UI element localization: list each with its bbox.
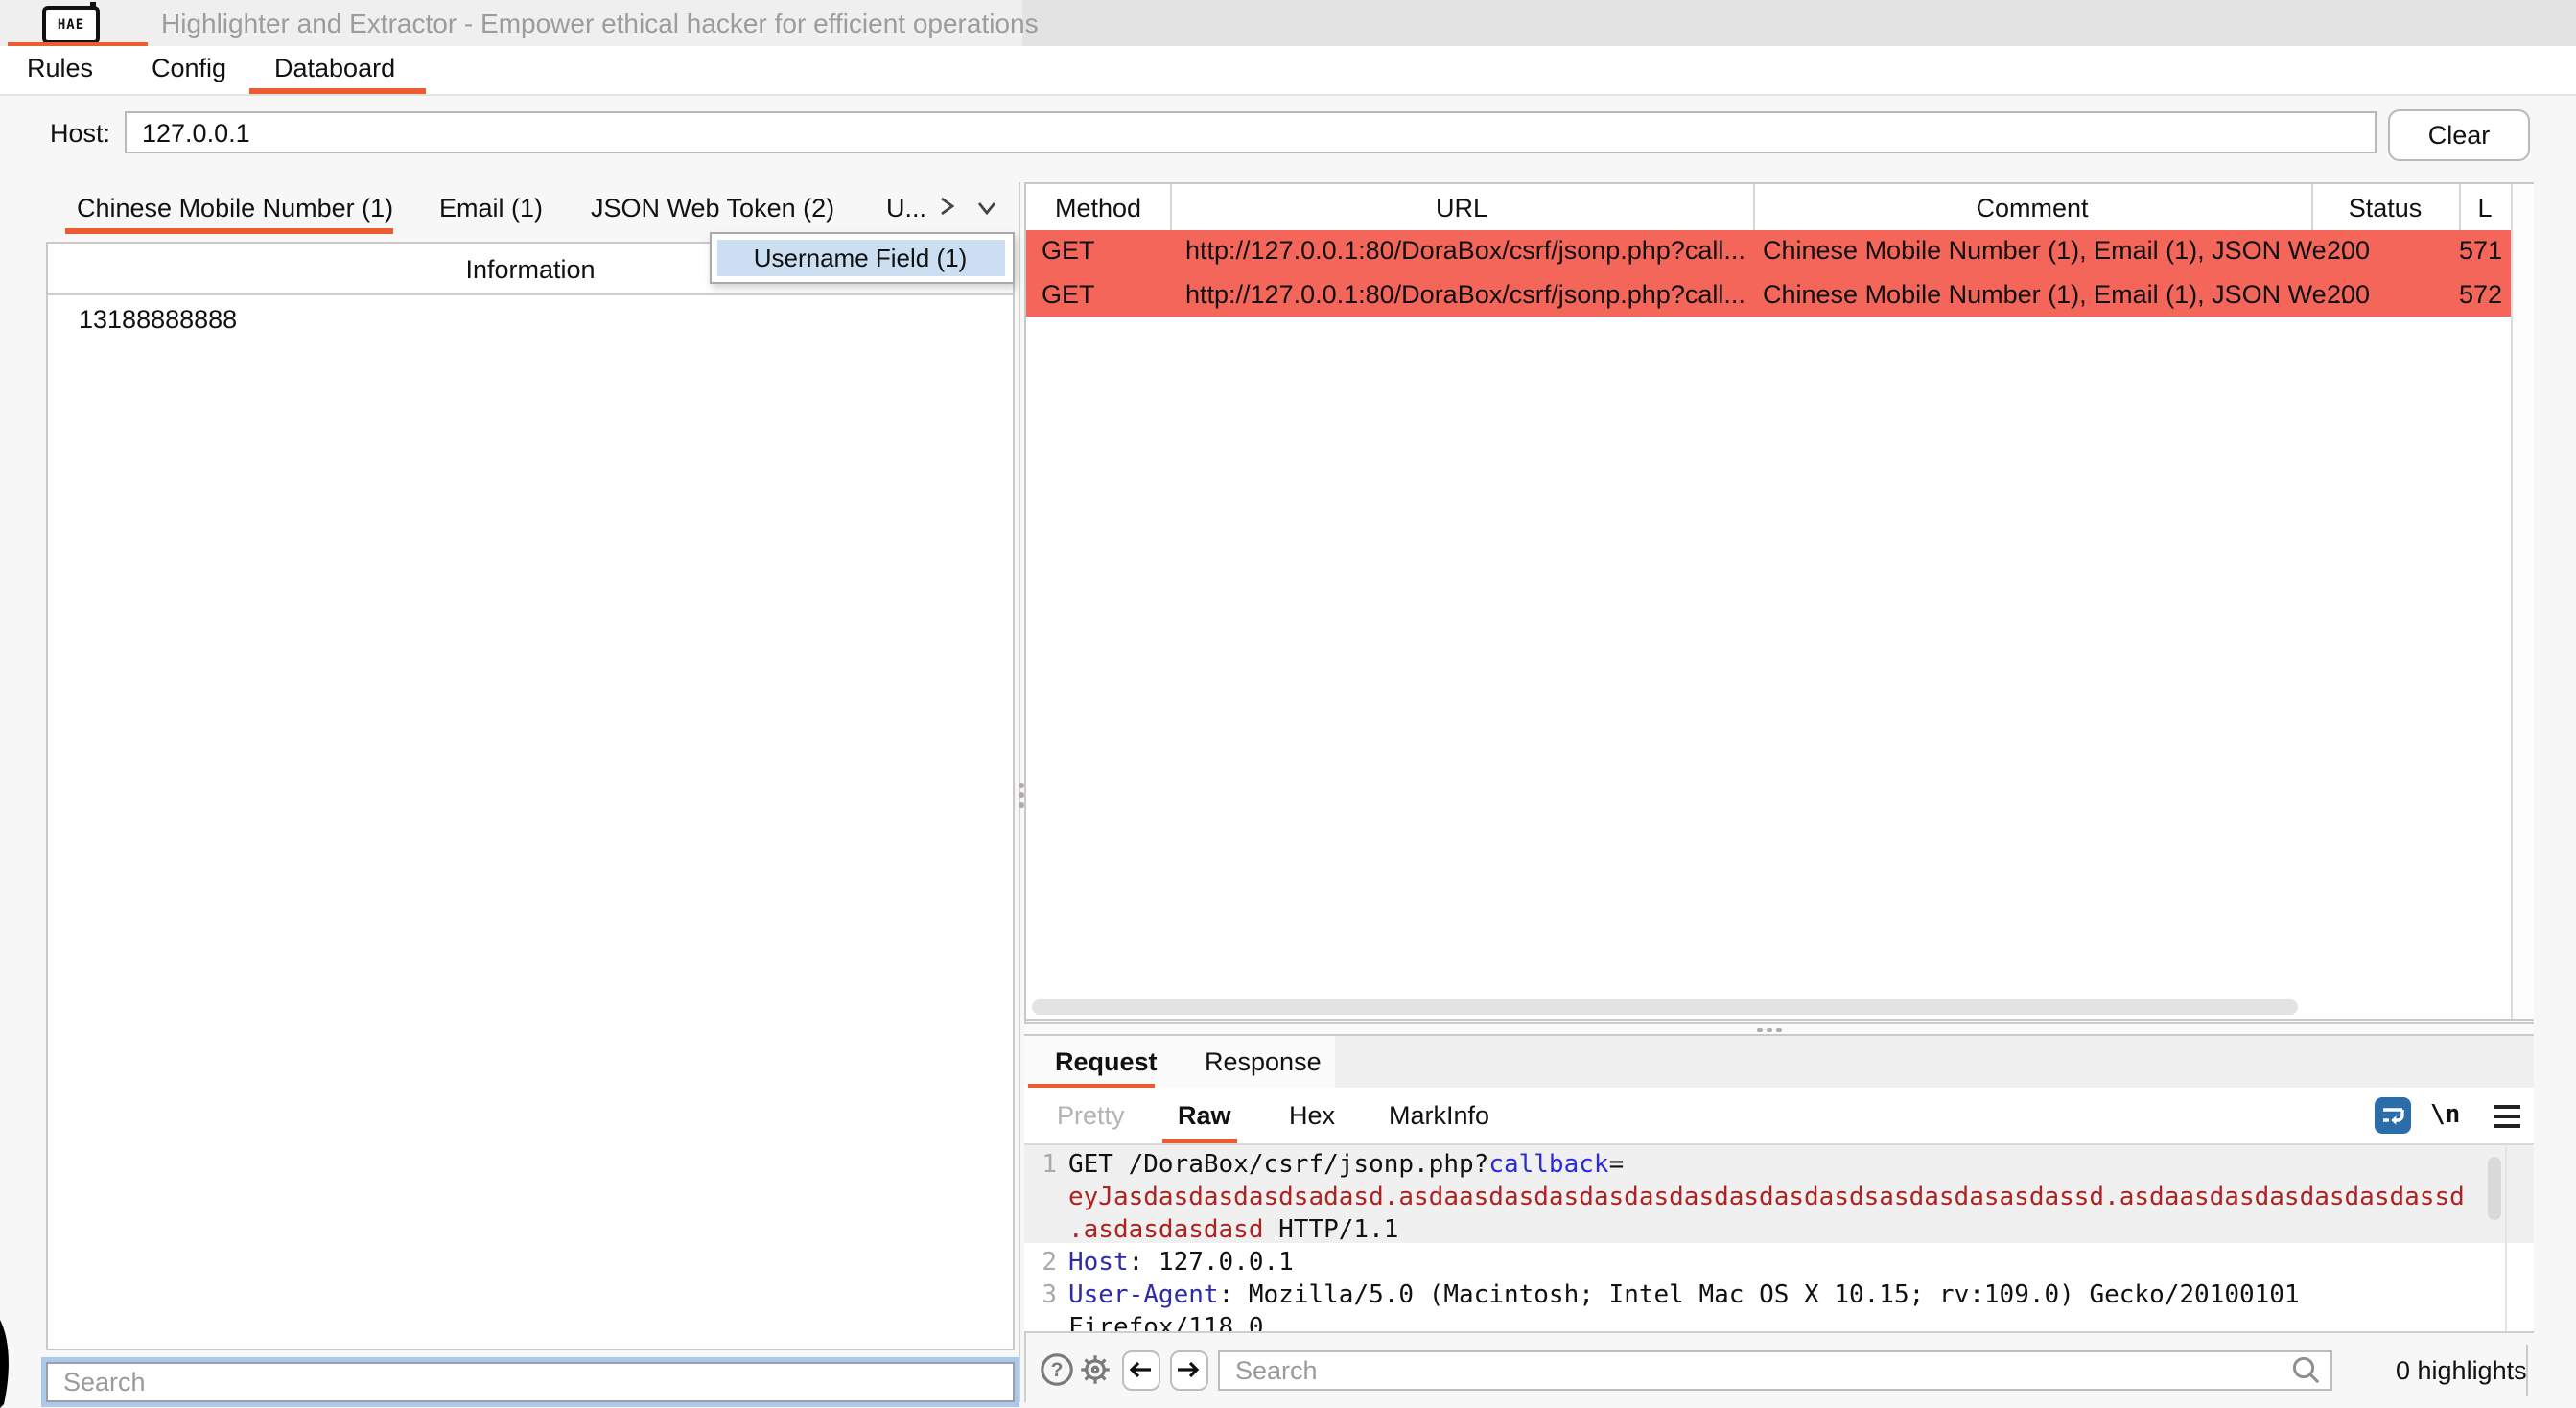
column-divider [1753,184,1755,230]
column-header-method[interactable]: Method [1026,184,1170,230]
line-number: 2 [1024,1247,1065,1279]
cell-comment: Chinese Mobile Number (1), Email (1), JS… [1763,279,2348,308]
format-toolbar: Pretty Raw Hex MarkInfo \n [1024,1088,2533,1145]
column-divider [2311,184,2313,230]
back-arrow-icon [1127,1357,1156,1384]
tab-response[interactable]: Response [1205,1046,1322,1075]
horizontal-splitter[interactable] [1024,1021,2533,1036]
column-header-length[interactable]: L [2459,184,2511,230]
datatab-active-underline [65,228,393,233]
column-header-status[interactable]: Status [2311,184,2459,230]
app-title: Highlighter and Extractor - Empower ethi… [161,8,1039,38]
clear-button[interactable]: Clear [2388,109,2530,161]
tab-markinfo[interactable]: MarkInfo [1389,1101,1489,1130]
datatab-json-web-token[interactable]: JSON Web Token (2) [591,194,834,223]
datatab-email[interactable]: Email (1) [439,194,543,223]
cell-method: GET [1042,236,1095,265]
dropdown-item-username-field[interactable]: Username Field (1) [716,240,1004,276]
tab-config[interactable]: Config [152,54,226,82]
tab-databoard-active-underline [249,88,426,93]
cell-length: 571 [2459,236,2501,265]
splitter-grip-dot [1019,783,1023,787]
information-search-input[interactable] [46,1362,1015,1402]
host-input[interactable] [125,111,2377,153]
splitter-grip-dot [1757,1027,1762,1032]
tab-pretty[interactable]: Pretty [1057,1101,1125,1130]
search-icon [2290,1354,2323,1387]
code-line: 2 Host: 127.0.0.1 [1024,1247,2533,1279]
request-editor[interactable]: 1 GET /DoraBox/csrf/jsonp.php?callback= … [1024,1145,2533,1333]
help-icon[interactable]: ? [1040,1352,1074,1387]
code-line: .asdasdasdasd HTTP/1.1 [1024,1214,2533,1247]
code-line: 3 User-Agent: Mozilla/5.0 (Macintosh; In… [1024,1279,2533,1312]
message-tab-bar: Request Response [1024,1036,2533,1088]
cell-status: 200 [2327,279,2370,308]
word-wrap-icon[interactable] [2375,1096,2411,1133]
main-tab-bar: Rules Config Databoard [0,46,2576,96]
hae-logo-icon: HAE [42,6,100,44]
forward-arrow-icon [1175,1357,1204,1384]
code-line: Firefox/118.0 [1024,1312,2533,1333]
line-number: 3 [1024,1279,1065,1312]
editor-scrollbar-separator [2505,1145,2507,1331]
splitter-grip-dot [1767,1027,1771,1032]
line-number: 1 [1024,1149,1065,1182]
newline-icon[interactable]: \n [2430,1101,2460,1130]
code-line: eyJasdasdasdasdsadasd.asdaasdasdasdasdas… [1024,1182,2533,1214]
cell-url: http://127.0.0.1:80/DoraBox/csrf/jsonp.p… [1185,236,1745,265]
column-divider [2459,184,2461,230]
editor-vertical-scrollbar-thumb[interactable] [2488,1157,2501,1220]
tab-raw[interactable]: Raw [1178,1101,1231,1130]
code-line: 1 GET /DoraBox/csrf/jsonp.php?callback= [1024,1149,2533,1182]
cell-length: 572 [2459,279,2501,308]
splitter-grip-dot [1776,1027,1781,1032]
editor-search-input[interactable] [1218,1349,2332,1391]
column-header-url[interactable]: URL [1170,184,1753,230]
datatab-overflow-dropdown: Username Field (1) [710,232,1015,284]
cell-url: http://127.0.0.1:80/DoraBox/csrf/jsonp.p… [1185,279,1745,308]
column-header-comment[interactable]: Comment [1753,184,2311,230]
tab-hex[interactable]: Hex [1289,1101,1335,1130]
tab-rules[interactable]: Rules [27,54,93,82]
menu-icon[interactable] [2494,1104,2520,1129]
tab-databoard[interactable]: Databoard [274,54,395,82]
line-number [1024,1312,1065,1333]
mouse-cursor-artifact [0,1320,17,1408]
cell-method: GET [1042,279,1095,308]
table-vertical-scrollbar-track[interactable] [2511,184,2534,1019]
extension-tab-strip: HAE Highlighter and Extractor - Empower … [0,0,2576,46]
chevron-right-icon[interactable] [934,194,959,219]
datatab-username-field-truncated[interactable]: U... [886,194,926,223]
previous-highlight-button[interactable] [1122,1349,1159,1391]
datatab-chinese-mobile-number[interactable]: Chinese Mobile Number (1) [77,194,393,223]
table-row[interactable]: GET http://127.0.0.1:80/DoraBox/csrf/jso… [1026,273,2511,317]
information-table: Information 13188888888 [46,242,1015,1350]
bottom-bar-divider [2526,1345,2528,1396]
next-highlight-button[interactable] [1170,1349,1207,1391]
line-number [1024,1214,1065,1247]
highlights-count: 0 highlights [2396,1356,2527,1385]
table-row[interactable]: GET http://127.0.0.1:80/DoraBox/csrf/jso… [1026,230,2511,273]
line-number [1024,1182,1065,1214]
gear-icon[interactable] [1078,1352,1112,1387]
chevron-down-icon[interactable] [974,196,999,221]
splitter-grip-dot [1019,802,1023,807]
information-cell[interactable]: 13188888888 [79,305,237,334]
cell-comment: Chinese Mobile Number (1), Email (1), JS… [1763,236,2348,265]
hae-logo-tick [90,2,96,8]
http-history-table: Method URL Comment Status L GET http://1… [1024,182,2533,1021]
tab-raw-active-underline [1162,1138,1237,1143]
cell-status: 200 [2327,236,2370,265]
svg-text:?: ? [1051,1359,1064,1381]
tab-request[interactable]: Request [1055,1046,1158,1075]
host-label: Host: [50,119,110,148]
app-window: HAE Highlighter and Extractor - Empower … [0,0,2576,1408]
table-horizontal-scrollbar-thumb[interactable] [1032,999,2298,1015]
splitter-grip-dot [1019,792,1023,797]
column-divider [1170,184,1172,230]
